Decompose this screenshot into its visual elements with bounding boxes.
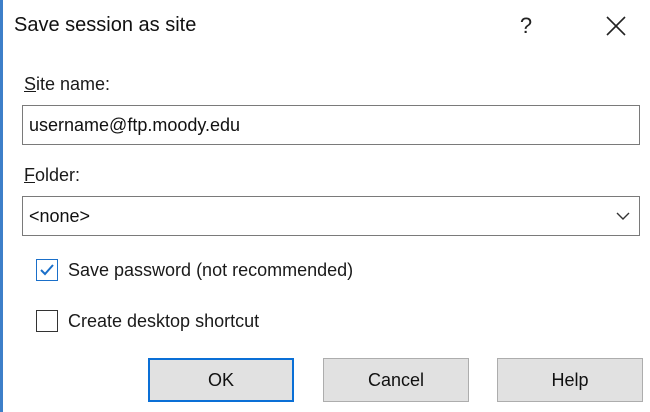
close-icon bbox=[606, 16, 626, 36]
dialog-title: Save session as site bbox=[14, 14, 197, 36]
folder-label-accel: F bbox=[24, 165, 35, 185]
folder-selected-value: <none> bbox=[29, 205, 91, 226]
save-password-checkbox[interactable] bbox=[36, 259, 58, 281]
site-name-input[interactable]: username@ftp.moody.edu bbox=[22, 105, 640, 145]
folder-select[interactable]: <none> bbox=[22, 196, 640, 236]
desktop-shortcut-option[interactable]: Create desktop shortcut bbox=[36, 310, 259, 332]
folder-label: Folder: bbox=[24, 165, 80, 186]
desktop-shortcut-label[interactable]: Create desktop shortcut bbox=[68, 311, 259, 332]
save-password-label[interactable]: Save password (not recommended) bbox=[68, 260, 353, 281]
site-name-label-accel: S bbox=[24, 74, 37, 94]
window-edge bbox=[0, 0, 3, 412]
help-button[interactable]: Help bbox=[497, 358, 643, 402]
desktop-shortcut-checkbox[interactable] bbox=[36, 310, 58, 332]
help-button-label: Help bbox=[551, 369, 589, 390]
folder-label-text: older: bbox=[35, 165, 81, 185]
save-password-option[interactable]: Save password (not recommended) bbox=[36, 259, 353, 281]
close-button[interactable] bbox=[593, 8, 639, 44]
site-name-label-text: ite name: bbox=[36, 74, 111, 94]
checkmark-icon bbox=[40, 264, 54, 276]
site-name-value: username@ftp.moody.edu bbox=[29, 114, 241, 135]
save-session-dialog: Save session as site ? Site name: userna… bbox=[0, 0, 650, 412]
chevron-down-icon[interactable] bbox=[615, 208, 631, 224]
cancel-button[interactable]: Cancel bbox=[323, 358, 469, 402]
ok-button-label: OK bbox=[207, 369, 234, 390]
title-help-button[interactable]: ? bbox=[503, 8, 549, 44]
cancel-button-label: Cancel bbox=[367, 369, 425, 390]
title-bar[interactable]: Save session as site ? bbox=[3, 0, 650, 52]
ok-button[interactable]: OK bbox=[148, 358, 294, 402]
help-icon: ? bbox=[519, 13, 533, 38]
site-name-label: Site name: bbox=[24, 74, 110, 95]
